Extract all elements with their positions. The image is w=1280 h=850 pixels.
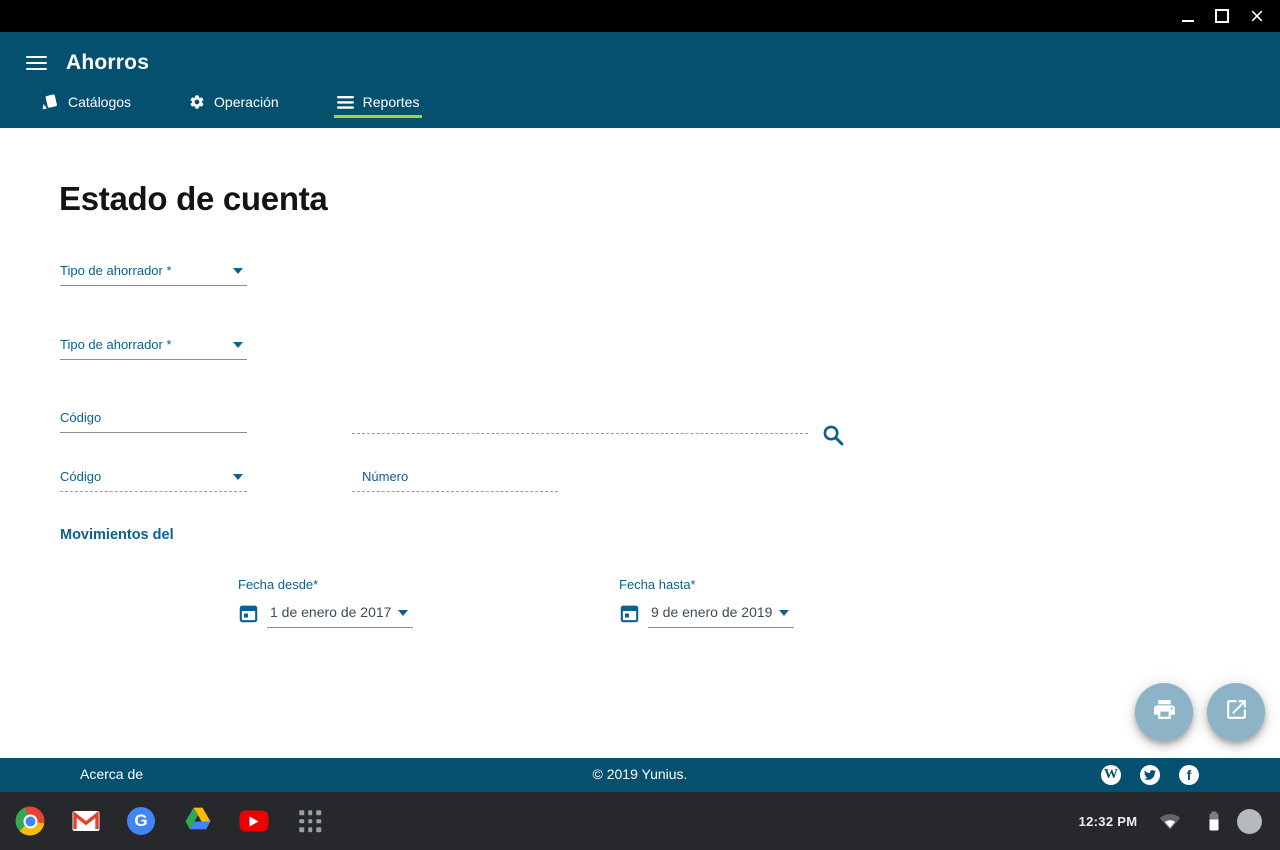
field-label: Código — [60, 469, 102, 484]
print-button[interactable] — [1135, 683, 1193, 741]
tab-label: Reportes — [362, 94, 420, 110]
number-input-disabled: Número — [352, 469, 558, 492]
field-label: Tipo de ahorrador * — [60, 337, 172, 352]
date-to-value-dropdown[interactable]: 9 de enero de 2019 — [648, 604, 795, 628]
tab-operacion[interactable]: Operación — [186, 89, 282, 118]
app-title: Ahorros — [66, 51, 150, 74]
system-shelf: G 12:32 PM — [0, 792, 1280, 850]
window-title-bar — [0, 0, 1280, 32]
google-icon[interactable]: G — [127, 807, 155, 835]
avatar[interactable] — [1237, 809, 1262, 834]
date-label: Fecha desde* — [238, 577, 319, 592]
page-title: Estado de cuenta — [59, 180, 328, 217]
gear-icon — [189, 94, 205, 110]
date-value: 1 de enero de 2017 — [270, 604, 392, 620]
code-input[interactable]: Código — [60, 410, 247, 433]
maximize-icon[interactable] — [1215, 9, 1229, 23]
apps-grid-icon[interactable] — [299, 810, 321, 832]
tab-reportes[interactable]: Reportes — [333, 89, 423, 118]
wordpress-icon[interactable]: W — [1101, 765, 1121, 785]
app-bar: Ahorros Catálogos Operación Reportes — [0, 32, 1280, 128]
facebook-icon[interactable]: f — [1179, 765, 1199, 785]
google-glyph: G — [134, 811, 148, 830]
chevron-down-icon — [779, 610, 790, 616]
chevron-down-icon — [233, 342, 243, 348]
chevron-down-icon — [233, 474, 243, 480]
saver-type-select-2[interactable]: Tipo de ahorrador * — [60, 337, 247, 360]
print-icon — [1152, 697, 1177, 727]
minimize-icon[interactable] — [1182, 19, 1194, 22]
tab-bar: Catálogos Operación Reportes — [0, 89, 1280, 118]
catalog-icon — [41, 93, 59, 111]
copyright-text: © 2019 Yunius. — [592, 766, 688, 782]
open-in-new-button[interactable] — [1207, 683, 1265, 741]
code-select-disabled: Código — [60, 469, 247, 492]
close-icon[interactable] — [1250, 9, 1264, 23]
date-from-value-dropdown[interactable]: 1 de enero de 2017 — [267, 604, 414, 628]
saver-type-select-1[interactable]: Tipo de ahorrador * — [60, 263, 247, 286]
search-input — [352, 410, 808, 434]
chevron-down-icon — [398, 610, 409, 616]
reorder-icon — [336, 95, 354, 109]
tab-label: Catálogos — [68, 94, 132, 110]
footer: Acerca de © 2019 Yunius. W f — [0, 758, 1280, 792]
open-in-new-icon — [1224, 697, 1249, 727]
drive-icon[interactable] — [185, 806, 212, 836]
calendar-icon[interactable] — [238, 603, 259, 629]
tab-catalogos[interactable]: Catálogos — [38, 89, 134, 118]
field-label: Número — [362, 469, 409, 484]
youtube-icon[interactable] — [239, 810, 269, 832]
facebook-glyph: f — [1186, 767, 1192, 783]
chevron-down-icon — [233, 268, 243, 274]
twitter-icon[interactable] — [1140, 765, 1160, 785]
gmail-icon[interactable] — [72, 811, 100, 831]
wifi-icon[interactable] — [1159, 792, 1181, 850]
wordpress-glyph: W — [1104, 767, 1118, 782]
date-value: 9 de enero de 2019 — [651, 604, 773, 620]
section-title: Movimientos del — [60, 527, 174, 543]
date-to-field: Fecha hasta* 9 de enero de 2019 — [619, 577, 795, 629]
battery-icon[interactable] — [1202, 792, 1226, 850]
search-icon[interactable] — [821, 423, 847, 449]
chrome-icon[interactable] — [15, 806, 45, 836]
field-label: Tipo de ahorrador * — [60, 263, 172, 278]
menu-icon[interactable] — [26, 55, 47, 71]
calendar-icon[interactable] — [619, 603, 640, 629]
field-label: Código — [60, 410, 102, 425]
tab-label: Operación — [214, 94, 279, 110]
app-bar-header: Ahorros — [0, 32, 1280, 78]
date-from-field: Fecha desde* 1 de enero de 2017 — [238, 577, 414, 629]
clock[interactable]: 12:32 PM — [1078, 792, 1138, 850]
date-label: Fecha hasta* — [619, 577, 696, 592]
